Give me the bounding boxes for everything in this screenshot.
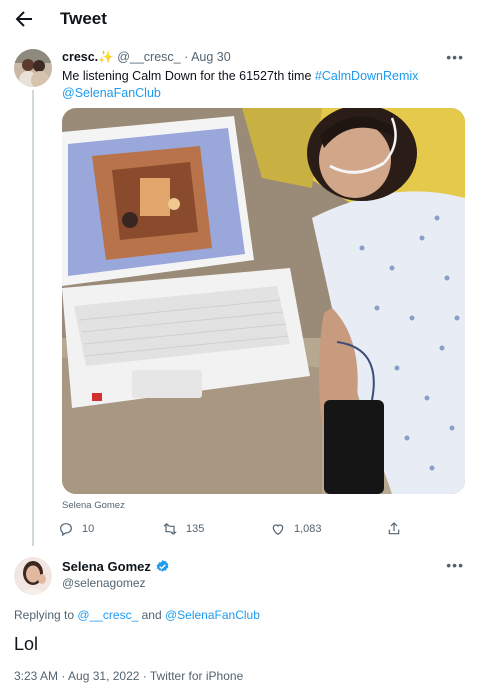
mention-link[interactable]: @SelenaFanClub: [165, 608, 260, 622]
mention-link[interactable]: @SelenaFanClub: [62, 86, 161, 100]
retweet-button[interactable]: 135: [162, 518, 204, 540]
tweet-media-photo[interactable]: [62, 108, 465, 494]
display-name[interactable]: Selena Gomez: [62, 559, 170, 574]
avatar[interactable]: [14, 557, 52, 595]
replying-to: Replying to @__cresc_ and @SelenaFanClub: [14, 608, 260, 622]
back-button[interactable]: [12, 7, 36, 31]
tweet-text: Me listening Calm Down for the 61527th t…: [62, 68, 462, 102]
tweet-body: Me listening Calm Down for the 61527th t…: [62, 69, 312, 83]
separator: ·: [184, 50, 189, 64]
tweet-actions: 10 135 1,083: [58, 518, 408, 540]
page-title: Tweet: [60, 9, 107, 28]
replying-and: and: [141, 608, 162, 622]
like-button[interactable]: 1,083: [270, 518, 322, 540]
share-icon: [388, 522, 400, 535]
reply-count: 10: [82, 523, 95, 535]
verified-badge-icon: [156, 559, 169, 572]
mention-link[interactable]: @__cresc_: [77, 608, 138, 622]
avatar[interactable]: [14, 49, 52, 87]
media-caption: Selena Gomez: [62, 500, 125, 511]
reply-button[interactable]: 10: [58, 518, 94, 540]
hashtag-link[interactable]: #CalmDownRemix: [315, 69, 419, 83]
tweet-timestamp-source[interactable]: 3:23 AM · Aug 31, 2022 · Twitter for iPh…: [14, 669, 243, 683]
top-bar: Tweet: [0, 0, 478, 38]
timestamp[interactable]: Aug 30: [191, 50, 231, 64]
retweet-icon: [163, 523, 177, 535]
heart-icon: [272, 524, 284, 536]
handle[interactable]: @__cresc_: [117, 50, 180, 64]
more-options-icon[interactable]: •••: [446, 557, 464, 573]
display-name-text[interactable]: Selena Gomez: [62, 559, 151, 574]
handle[interactable]: @selenagomez: [62, 576, 146, 590]
tweet-text: Lol: [14, 634, 39, 654]
replying-prefix: Replying to: [14, 608, 75, 622]
thread-connector-line: [32, 90, 34, 546]
more-options-icon[interactable]: •••: [446, 49, 464, 65]
arrow-left-icon: [15, 11, 32, 27]
reply-icon: [60, 523, 72, 537]
retweet-count: 135: [186, 523, 205, 535]
like-count: 1,083: [294, 523, 322, 535]
display-name[interactable]: cresc.: [62, 50, 98, 64]
share-button[interactable]: [386, 518, 402, 540]
sparkle-emoji: ✨: [98, 50, 114, 64]
tweet-header: cresc.✨ @__cresc_ · Aug 30: [62, 50, 231, 65]
